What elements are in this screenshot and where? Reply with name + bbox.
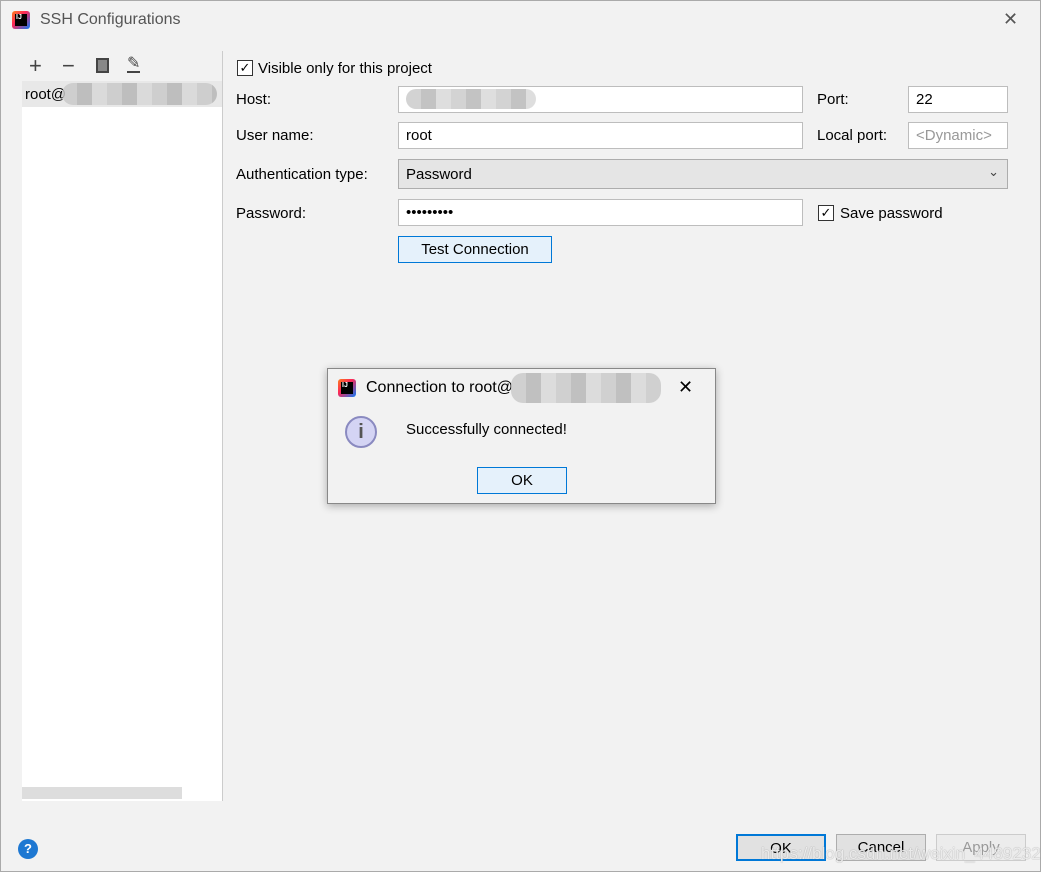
auth-type-label: Authentication type: [236, 166, 368, 183]
password-label: Password: [236, 205, 307, 222]
chevron-down-icon: ⌄ [988, 164, 999, 179]
host-label: Host: [236, 91, 272, 108]
horizontal-scrollbar[interactable] [22, 787, 182, 799]
dialog-title: Connection to root@ [366, 379, 513, 396]
local-port-label: Local port: [817, 127, 888, 144]
dialog-close-button[interactable]: ✕ [678, 377, 693, 398]
password-input[interactable]: ••••••••• [398, 199, 803, 226]
list-item-label: root@ [25, 86, 67, 103]
user-name-label: User name: [236, 127, 314, 144]
visible-only-checkbox[interactable]: ✓ [237, 60, 253, 76]
copy-icon[interactable] [96, 58, 109, 73]
window-close-button[interactable]: ✕ [1003, 9, 1018, 30]
port-label: Port: [817, 91, 849, 108]
list-item[interactable]: root@ [22, 81, 222, 107]
visible-only-label: Visible only for this project [258, 60, 432, 77]
config-list: root@ [22, 81, 222, 801]
local-port-input[interactable]: <Dynamic> [908, 122, 1008, 149]
remove-icon[interactable]: − [62, 53, 75, 79]
info-icon: i [345, 416, 377, 448]
connection-dialog: IJ Connection to root@ ✕ i Successfully … [327, 368, 716, 504]
save-password-label: Save password [840, 205, 943, 222]
test-connection-button[interactable]: Test Connection [398, 236, 552, 263]
watermark: https://blog.csdn.net/weixin_44892327 [761, 844, 1041, 863]
dialog-ok-button[interactable]: OK [477, 467, 567, 494]
app-logo-icon: IJ [12, 11, 30, 29]
dialog-message: Successfully connected! [406, 421, 567, 438]
dialog-logo-icon: IJ [338, 379, 356, 397]
auth-type-value: Password [406, 166, 472, 183]
auth-type-select[interactable]: Password ⌄ [398, 159, 1008, 189]
port-input[interactable]: 22 [908, 86, 1008, 113]
help-button[interactable]: ? [18, 839, 38, 859]
window-title: SSH Configurations [40, 11, 181, 28]
edit-icon[interactable]: ✎ [127, 56, 141, 73]
user-name-input[interactable]: root [398, 122, 803, 149]
save-password-checkbox[interactable]: ✓ [818, 205, 834, 221]
add-icon[interactable]: + [29, 53, 42, 79]
